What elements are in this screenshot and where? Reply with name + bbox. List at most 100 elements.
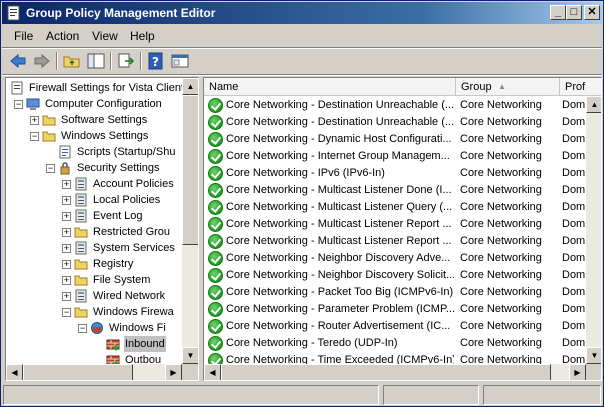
help-icon[interactable]: ? [146,52,166,70]
minimize-button[interactable]: _ [550,5,566,20]
expand-icon[interactable]: + [62,292,71,301]
properties-icon[interactable] [170,52,190,70]
collapse-icon[interactable]: − [62,308,71,317]
tree-node[interactable]: + System Services [6,240,182,256]
rule-name-cell: Core Networking - Router Advertisement (… [226,320,451,332]
rule-name-cell: Core Networking - Parameter Problem (ICM… [226,303,454,315]
table-row[interactable]: Core Networking - Time Exceeded (ICMPv6-… [204,352,586,364]
tree-node[interactable]: − Windows Firewa [6,304,182,320]
up-folder-icon[interactable] [62,52,82,70]
enabled-check-icon [208,115,223,130]
expand-icon[interactable]: + [62,260,71,269]
tree-node[interactable]: Scripts (Startup/Shu [6,144,182,160]
menu-action[interactable]: Action [46,29,79,43]
rules-list: Core Networking - Destination Unreachabl… [204,96,586,364]
tree-node[interactable]: + Registry [6,256,182,272]
table-row[interactable]: Core Networking - Multicast Listener Que… [204,199,586,216]
tree-node[interactable]: − Windows Fi [6,320,182,336]
back-arrow-icon[interactable] [8,52,28,70]
tree-node[interactable]: Inbound [6,336,182,352]
expand-icon[interactable]: + [62,228,71,237]
expand-icon[interactable]: + [62,212,71,221]
tree-node[interactable]: + Wired Network [6,288,182,304]
table-row[interactable]: Core Networking - Teredo (UDP-In) Core Ne… [204,335,586,352]
expand-icon[interactable]: + [62,180,71,189]
column-header-profile[interactable]: Prof [560,78,601,96]
tree-node[interactable]: + File System [6,272,182,288]
tree-node[interactable]: + Event Log [6,208,182,224]
table-row[interactable]: Core Networking - Multicast Listener Rep… [204,233,586,250]
rule-profile-cell: Dom [562,201,586,213]
title-bar[interactable]: Group Policy Management Editor _ □ ✕ [2,2,602,24]
collapse-icon[interactable]: − [14,100,23,109]
table-row[interactable]: Core Networking - Neighbor Discovery Sol… [204,267,586,284]
table-row[interactable]: Core Networking - Multicast Listener Don… [204,182,586,199]
table-row[interactable]: Core Networking - Packet Too Big (ICMPv6… [204,284,586,301]
tree-node[interactable]: − Security Settings [6,160,182,176]
table-row[interactable]: Core Networking - Parameter Problem (ICM… [204,301,586,318]
scroll-up-button[interactable]: ▲ [182,78,198,95]
tree-node[interactable]: + Software Settings [6,112,182,128]
tree-node[interactable]: Firewall Settings for Vista Client [6,80,182,96]
table-row[interactable]: Core Networking - IPv6 (IPv6-In) Core Net… [204,165,586,182]
list-vertical-scrollbar[interactable]: ▲ ▼ [586,96,601,364]
tree-vscroll-thumb[interactable] [182,95,198,245]
forward-arrow-icon[interactable] [32,52,52,70]
rule-profile-cell: Dom [562,235,586,247]
scroll-down-button[interactable]: ▼ [182,347,198,364]
tree-node[interactable]: − Computer Configuration [6,96,182,112]
list-hscroll-thumb[interactable] [221,364,551,380]
enabled-check-icon [208,98,223,113]
rule-group-cell: Core Networking [460,252,542,264]
table-row[interactable]: Core Networking - Router Advertisement (… [204,318,586,335]
folder-icon [42,115,56,126]
scroll-up-button[interactable]: ▲ [586,96,601,113]
list-horizontal-scrollbar[interactable]: ◀ ▶ [204,364,586,380]
rules-list-pane: Name Group ▲ Prof Core Networking - Dest… [203,77,602,381]
tree-horizontal-scrollbar[interactable]: ◀ ▶ [6,364,182,380]
expand-icon[interactable]: + [62,276,71,285]
table-row[interactable]: Core Networking - Destination Unreachabl… [204,97,586,114]
tree-node[interactable]: + Account Policies [6,176,182,192]
rule-group-cell: Core Networking [460,116,542,128]
tree-hscroll-thumb[interactable] [23,364,133,380]
scroll-right-button[interactable]: ▶ [165,364,182,380]
table-row[interactable]: Core Networking - Neighbor Discovery Adv… [204,250,586,267]
collapse-icon[interactable]: − [30,132,39,141]
maximize-button[interactable]: □ [566,5,582,20]
firewall-icon [91,322,103,334]
tree-node[interactable]: Outbou [6,352,182,364]
menu-help[interactable]: Help [130,29,155,43]
tree-vertical-scrollbar[interactable]: ▲ ▼ [182,78,198,364]
expand-icon[interactable]: + [30,116,39,125]
expand-icon[interactable]: + [62,196,71,205]
table-row[interactable]: Core Networking - Destination Unreachabl… [204,114,586,131]
enabled-check-icon [208,353,223,364]
rule-group-cell: Core Networking [460,133,542,145]
menu-file[interactable]: File [14,29,33,43]
tree-node[interactable]: + Local Policies [6,192,182,208]
scroll-right-button[interactable]: ▶ [569,364,586,380]
tree-node-label: Computer Configuration [45,98,162,110]
close-button[interactable]: ✕ [584,5,600,20]
table-row[interactable]: Core Networking - Internet Group Managem… [204,148,586,165]
table-row[interactable]: Core Networking - Multicast Listener Rep… [204,216,586,233]
table-row[interactable]: Core Networking - Dynamic Host Configura… [204,131,586,148]
expand-icon[interactable]: + [62,244,71,253]
scroll-down-button[interactable]: ▼ [586,347,601,364]
column-header-group[interactable]: Group ▲ [456,78,560,96]
menu-view[interactable]: View [92,29,118,43]
scroll-left-button[interactable]: ◀ [204,364,221,380]
scroll-left-button[interactable]: ◀ [6,364,23,380]
collapse-icon[interactable]: − [46,164,55,173]
document-icon [11,81,23,95]
collapse-icon[interactable]: − [78,324,87,333]
rule-name-cell: Core Networking - Time Exceeded (ICMPv6-… [226,354,454,364]
show-hide-tree-icon[interactable] [86,52,106,70]
export-list-icon[interactable] [116,52,136,70]
tree-node[interactable]: + Restricted Grou [6,224,182,240]
column-header-name[interactable]: Name [204,78,456,96]
folder-icon [74,275,88,286]
enabled-check-icon [208,285,223,300]
tree-node[interactable]: − Windows Settings [6,128,182,144]
